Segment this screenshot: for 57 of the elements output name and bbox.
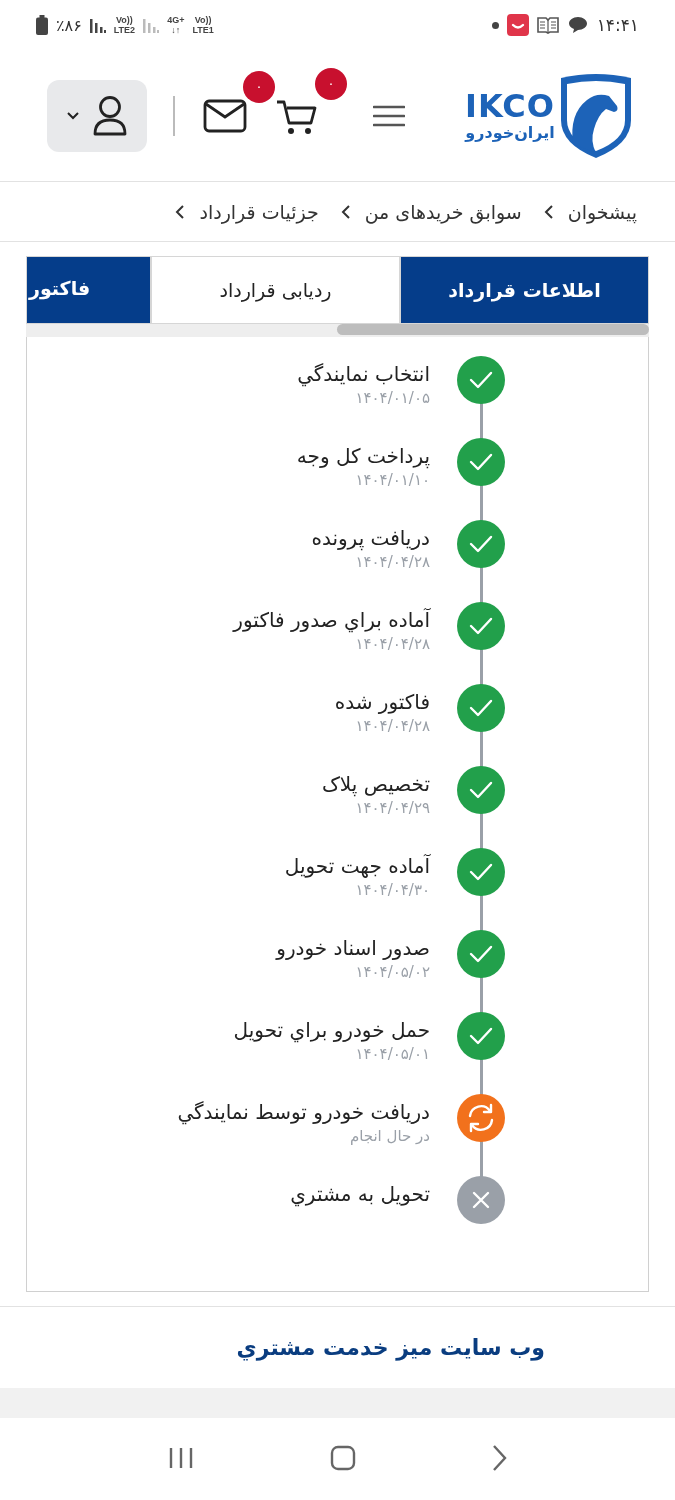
logo-text: ایران‌خودرو (465, 122, 555, 143)
step-date: ۱۴۰۴/۰۴/۲۸ (354, 552, 430, 573)
step-title: آماده براي صدور فاکتور (233, 607, 430, 633)
signal-icon (89, 17, 106, 33)
step-title: حمل خودرو براي تحويل (233, 1017, 430, 1043)
step-title: آماده جهت تحويل (284, 853, 430, 879)
network-label: Vo)) LTE2 (113, 15, 136, 35)
step-title: دريافت خودرو توسط نمايندگي (177, 1099, 430, 1125)
breadcrumb-link[interactable]: پیشخوان (567, 200, 637, 223)
user-icon (92, 94, 129, 137)
clock-time: ۱۴:۴۱ (596, 15, 639, 35)
step-date: ۱۴۰۴/۰۴/۲۸ (354, 716, 430, 737)
battery-icon (36, 15, 48, 35)
menu-icon[interactable] (373, 103, 406, 128)
chat-icon (566, 16, 589, 34)
account-button[interactable] (47, 79, 148, 152)
horse-shield-icon (559, 73, 633, 158)
battery-level: ٪۸۶ (56, 15, 82, 35)
scrollbar-thumb[interactable] (337, 324, 649, 335)
logo-text: IKCO (465, 88, 555, 123)
back-icon[interactable] (491, 1444, 508, 1472)
signal-icon (143, 17, 160, 33)
mail-icon[interactable] (203, 98, 248, 133)
step-title: تحويل به مشتري (290, 1181, 430, 1207)
mail-count-badge: ۰ (243, 70, 276, 103)
home-icon[interactable] (329, 1445, 356, 1471)
network-label: 4G+ ↓↑ (167, 15, 185, 35)
cart-count-badge: ۰ (315, 67, 348, 100)
step-date: ۱۴۰۴/۰۱/۰۵ (354, 388, 430, 409)
book-icon (536, 16, 559, 34)
chevron-down-icon (66, 111, 81, 120)
breadcrumb-link[interactable]: جزئیات قرارداد (199, 200, 319, 223)
step-title: تخصيص پلاک (321, 771, 430, 797)
step-date: ۱۴۰۴/۰۴/۳۰ (354, 880, 430, 901)
step-title: انتخاب نمايندگي (297, 361, 430, 387)
chevron-left-icon (340, 203, 351, 220)
notification-dot (491, 21, 499, 29)
step-date: ۱۴۰۴/۰۴/۲۸ (354, 634, 430, 655)
chevron-left-icon (543, 203, 554, 220)
step-title: فاکتور شده (334, 689, 430, 715)
tab[interactable]: ردیابی قرارداد (151, 256, 400, 324)
step-date: ۱۴۰۴/۰۱/۱۰ (354, 470, 430, 491)
step-title: صدور اسناد خودرو (276, 935, 430, 961)
step-date: ۱۴۰۴/۰۵/۰۱ (354, 1044, 430, 1065)
chevron-left-icon (175, 203, 186, 220)
recent-apps-icon[interactable] (167, 1446, 194, 1470)
breadcrumb-link[interactable]: سوابق خریدهای من (364, 200, 522, 223)
step-date: در حال انجام (348, 1126, 430, 1147)
tab[interactable]: اطلاعات قرارداد (400, 256, 649, 324)
app-icon (506, 14, 529, 36)
step-title: پرداخت کل وجه (296, 443, 430, 469)
step-date: ۱۴۰۴/۰۴/۲۹ (354, 798, 430, 819)
tab[interactable]: فاکتور (26, 256, 151, 324)
network-label: Vo)) LTE1 (192, 15, 214, 35)
step-date: ۱۴۰۴/۰۵/۰۲ (354, 962, 430, 983)
step-title: دريافت پرونده (311, 525, 430, 551)
customer-service-link[interactable]: وب سايت ميز خدمت مشتري (236, 1335, 545, 1360)
